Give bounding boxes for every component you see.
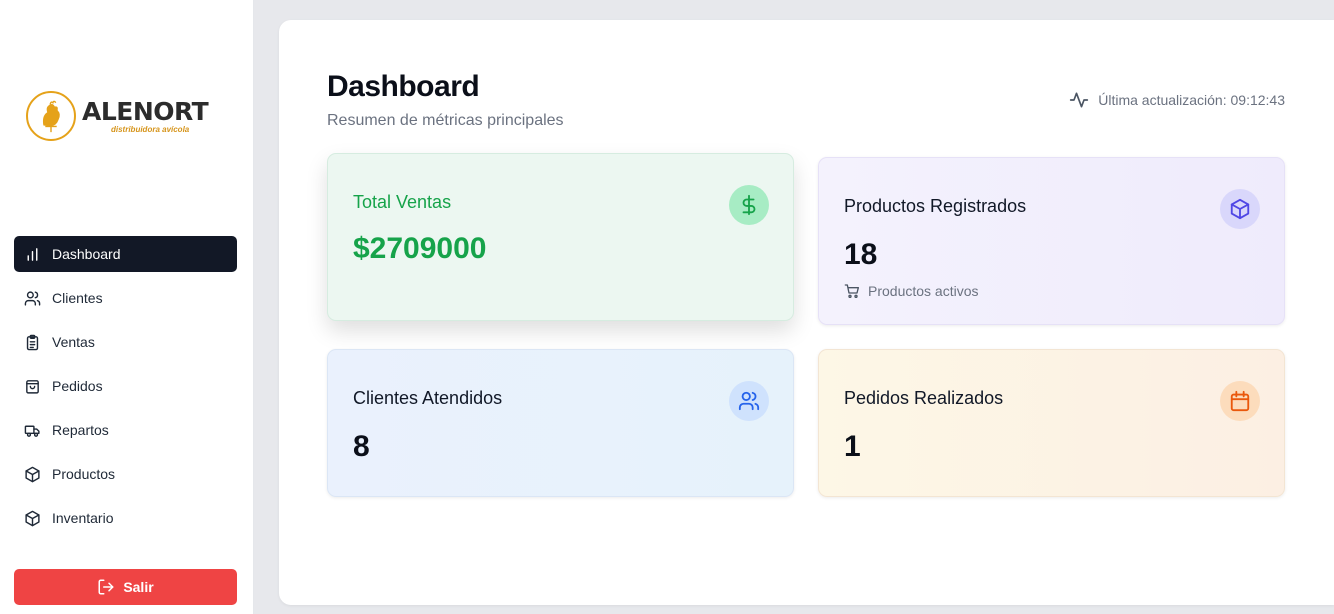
- brand-name: ALENORT: [82, 96, 209, 126]
- page-title: Dashboard: [327, 70, 480, 103]
- clipboard-icon: [23, 333, 41, 351]
- logout-button[interactable]: Salir: [14, 569, 237, 605]
- last-updated: Última actualización: 09:12:43: [1069, 90, 1285, 110]
- logout-icon: [98, 579, 114, 595]
- card-value: 1: [844, 430, 861, 463]
- brand-tagline: distribuidora avícola: [111, 124, 190, 134]
- main-panel: Dashboard Resumen de métricas principale…: [279, 20, 1334, 605]
- sidebar-item-label: Dashboard: [52, 246, 121, 262]
- rooster-icon: [26, 91, 76, 141]
- calendar-icon: [1220, 381, 1260, 421]
- sidebar-item-label: Ventas: [52, 334, 95, 350]
- sidebar-nav: Dashboard Clientes Ventas Pedidos Repart…: [14, 236, 237, 544]
- card-pedidos-realizados: Pedidos Realizados 1: [818, 349, 1285, 497]
- brand-logo[interactable]: ALENORT distribuidora avícola: [26, 88, 226, 144]
- dollar-icon: [729, 185, 769, 225]
- card-label: Pedidos Realizados: [844, 388, 1004, 408]
- truck-icon: [23, 421, 41, 439]
- sidebar-item-productos[interactable]: Productos: [14, 456, 237, 492]
- activity-icon: [1070, 92, 1089, 108]
- package-icon: [23, 509, 41, 527]
- sidebar-item-dashboard[interactable]: Dashboard: [14, 236, 237, 272]
- sidebar-item-pedidos[interactable]: Pedidos: [14, 368, 237, 404]
- users-icon: [23, 289, 41, 307]
- card-note: Productos activos: [844, 283, 979, 299]
- card-note-label: Productos activos: [868, 283, 979, 299]
- card-value: 18: [844, 238, 878, 271]
- card-label: Productos Registrados: [844, 196, 1027, 216]
- last-updated-label: Última actualización: 09:12:43: [1098, 92, 1285, 108]
- sidebar-item-label: Clientes: [52, 290, 103, 306]
- card-value: 8: [353, 430, 370, 463]
- card-productos-registrados: Productos Registrados 18 Productos activ…: [818, 157, 1285, 325]
- package-icon: [1220, 189, 1260, 229]
- page-subtitle: Resumen de métricas principales: [327, 112, 564, 129]
- sidebar-item-label: Inventario: [52, 510, 114, 526]
- sidebar-item-repartos[interactable]: Repartos: [14, 412, 237, 448]
- users-icon: [729, 381, 769, 421]
- package-icon: [23, 465, 41, 483]
- card-value: $2709000: [353, 232, 487, 265]
- card-clientes-atendidos: Clientes Atendidos 8: [327, 349, 794, 497]
- cart-icon: [844, 284, 859, 298]
- logout-label: Salir: [123, 579, 154, 595]
- sidebar-item-label: Repartos: [52, 422, 109, 438]
- sidebar-item-clientes[interactable]: Clientes: [14, 280, 237, 316]
- bar-chart-icon: [23, 245, 41, 263]
- sidebar-item-label: Pedidos: [52, 378, 103, 394]
- sidebar-item-inventario[interactable]: Inventario: [14, 500, 237, 536]
- card-label: Clientes Atendidos: [353, 388, 503, 408]
- sidebar: ALENORT distribuidora avícola Dashboard …: [0, 0, 254, 614]
- sidebar-item-ventas[interactable]: Ventas: [14, 324, 237, 360]
- card-label: Total Ventas: [353, 192, 452, 212]
- sidebar-item-label: Productos: [52, 466, 116, 482]
- shopping-bag-icon: [23, 377, 41, 395]
- card-total-ventas: Total Ventas $2709000: [327, 153, 794, 321]
